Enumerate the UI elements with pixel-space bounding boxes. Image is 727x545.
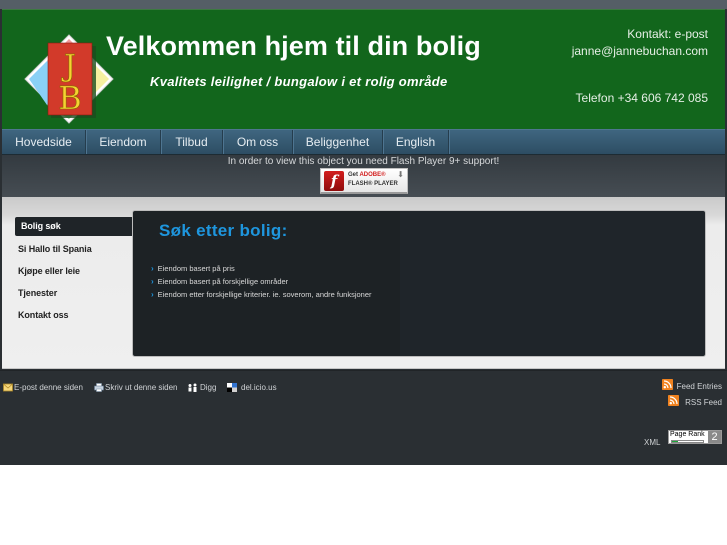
pagerank-value: 2 <box>707 431 721 443</box>
nav-item-tilbud[interactable]: Tilbud <box>161 130 223 154</box>
search-link-label: Eiendom basert på forskjellige områder <box>157 277 289 286</box>
flash-placeholder: In order to view this object you need Fl… <box>2 155 725 197</box>
search-link-label: Eiendom basert på pris <box>157 264 235 273</box>
rss-icon <box>668 395 680 406</box>
search-panel-left: Søk etter bolig: › Eiendom basert på pris… <box>133 211 400 356</box>
search-title: Søk etter bolig: <box>159 221 288 240</box>
pagerank-badge[interactable]: Page Rank 2 <box>668 430 722 444</box>
share-digg-label: Digg <box>200 383 217 392</box>
pagerank-bar-fill <box>672 441 679 442</box>
get-flash-player-button[interactable]: f Get ADOBE® FLASH® PLAYER ⬇ <box>320 168 408 194</box>
chevron-right-icon: › <box>151 277 154 286</box>
feed-entries-label: Feed Entries <box>676 382 722 391</box>
search-link-by-area[interactable]: › Eiendom basert på forskjellige områder <box>151 275 372 288</box>
pagerank-label: Page Rank <box>670 431 705 438</box>
site-header: J B Velkommen hjem til din bolig Kvalite… <box>2 9 725 129</box>
flash-get-label: Get <box>348 172 359 178</box>
top-bar <box>0 0 727 9</box>
contact-email-link[interactable]: janne@jannebuchan.com <box>572 44 708 58</box>
page: J B Velkommen hjem til din bolig Kvalite… <box>0 0 727 465</box>
search-link-by-criteria[interactable]: › Eiendom etter forskjellige kriterier. i… <box>151 288 372 301</box>
sidebar-item-kontakt-oss[interactable]: Kontakt oss <box>15 304 133 326</box>
main-nav: Hovedside Eiendom Tilbud Om oss Beliggen… <box>2 129 725 155</box>
share-print-link[interactable]: Skriv ut denne siden <box>94 383 178 392</box>
search-link-label: Eiendom etter forskjellige kriterier. ie… <box>157 290 372 299</box>
sidebar-item-si-hallo-til-spania[interactable]: Si Hallo til Spania <box>15 238 133 260</box>
delicious-icon <box>227 383 237 392</box>
share-email-label: E-post denne siden <box>14 383 83 392</box>
sidebar-item-bolig-sok[interactable]: Bolig søk <box>15 217 133 236</box>
pagerank-bar <box>671 440 704 443</box>
jb-logo[interactable]: J B <box>22 32 116 126</box>
chevron-right-icon: › <box>151 290 154 299</box>
rss-feed-link[interactable]: RSS Feed <box>668 395 722 407</box>
sidebar-item-tjenester[interactable]: Tjenester <box>15 282 133 304</box>
content-area: Bolig søk Si Hallo til Spania Kjøpe elle… <box>2 197 725 369</box>
share-delicious-link[interactable]: del.icio.us <box>227 383 277 392</box>
nav-item-om-oss[interactable]: Om oss <box>223 130 293 154</box>
rss-icon <box>661 379 673 390</box>
sidebar: Bolig søk Si Hallo til Spania Kjøpe elle… <box>15 217 133 326</box>
share-email-link[interactable]: E-post denne siden <box>3 383 83 392</box>
search-link-list: › Eiendom basert på pris › Eiendom basert … <box>151 262 372 301</box>
share-digg-link[interactable]: Digg <box>187 383 216 392</box>
printer-icon <box>94 383 104 392</box>
rss-feed-label: RSS Feed <box>685 398 722 407</box>
flash-message: In order to view this object you need Fl… <box>227 156 500 167</box>
nav-item-beliggenhet[interactable]: Beliggenhet <box>293 130 383 154</box>
flash-icon: f <box>324 171 344 191</box>
feed-entries-link[interactable]: Feed Entries <box>661 379 722 391</box>
chevron-right-icon: › <box>151 264 154 273</box>
logo-letter-b: B <box>58 79 82 117</box>
envelope-icon <box>3 383 13 392</box>
xml-link[interactable]: XML <box>644 438 660 447</box>
flash-product-label: FLASH® PLAYER <box>348 181 398 187</box>
nav-item-eiendom[interactable]: Eiendom <box>86 130 161 154</box>
nav-item-hovedside[interactable]: Hovedside <box>2 130 86 154</box>
share-print-label: Skriv ut denne siden <box>105 383 178 392</box>
share-delicious-label: del.icio.us <box>241 383 277 392</box>
search-panel: Søk etter bolig: › Eiendom basert på pris… <box>132 210 706 357</box>
flash-adobe-label: ADOBE® <box>359 172 386 178</box>
contact-phone: Telefon +34 606 742 085 <box>575 91 708 105</box>
download-arrow-icon: ⬇ <box>397 170 404 179</box>
sidebar-item-kjope-eller-leie[interactable]: Kjøpe eller leie <box>15 260 133 282</box>
digg-icon <box>188 383 197 392</box>
site-title: Velkommen hjem til din bolig <box>106 31 481 61</box>
contact-label: Kontakt: e-post <box>627 27 708 41</box>
search-link-by-price[interactable]: › Eiendom basert på pris <box>151 262 372 275</box>
footer: E-post denne siden Skriv ut denne siden … <box>0 370 727 465</box>
nav-item-english[interactable]: English <box>383 130 449 154</box>
site-subtitle: Kvalitets leilighet / bungalow i et roli… <box>150 74 448 89</box>
